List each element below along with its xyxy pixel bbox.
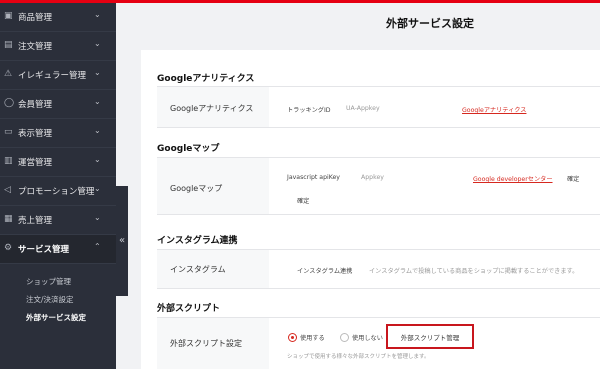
radio-not-use-label[interactable]: 使用しない [352, 333, 383, 342]
sidebar-submenu: ショップ管理 注文/決済設定 外部サービス設定 [0, 273, 116, 327]
sidebar-item-products[interactable]: ▣ 商品管理 ⌄ [0, 3, 116, 32]
sidebar-item-members[interactable]: ◯ 会員管理 ⌄ [0, 90, 116, 119]
megaphone-icon: ◁ [4, 185, 11, 195]
sidebar-item-sales[interactable]: ▦ 売上管理 ⌄ [0, 206, 116, 235]
user-icon: ◯ [4, 98, 15, 108]
radio-not-use[interactable] [340, 333, 349, 342]
sidebar-item-label: プロモーション管理 [18, 187, 95, 197]
sidebar-item-irregular[interactable]: ⚠ イレギュラー管理 ⌄ [0, 61, 116, 90]
sidebar: ▣ 商品管理 ⌄ ▤ 注文管理 ⌄ ⚠ イレギュラー管理 ⌄ ◯ 会員管理 ⌄ … [0, 3, 116, 369]
chart-icon: ▦ [4, 214, 13, 224]
sidebar-item-label: 表示管理 [18, 129, 53, 139]
sidebar-item-operations[interactable]: ▥ 運営管理 ⌄ [0, 148, 116, 177]
chevron-down-icon: ⌄ [94, 97, 101, 106]
sidebar-item-label: サービス管理 [18, 245, 70, 255]
submenu-order-payment[interactable]: 注文/決済設定 [0, 291, 116, 309]
sidebar-item-label: 運営管理 [18, 158, 53, 168]
divider [157, 127, 600, 128]
chevron-down-icon: ⌄ [94, 10, 101, 19]
ga-label: Googleアナリティクス [170, 104, 254, 113]
section-heading-ga: Googleアナリティクス [157, 74, 255, 84]
chevron-down-icon: ⌄ [94, 68, 101, 77]
section-heading-maps: Googleマップ [157, 144, 220, 154]
divider [157, 214, 600, 215]
api-key-input[interactable]: Appkey [361, 174, 384, 181]
instagram-description: インスタグラムで投稿している商品をショップに掲載することができます。 [369, 268, 579, 275]
instagram-label: インスタグラム [170, 265, 226, 274]
script-note: ショップで使用する様々な外部スクリプトを管理します。 [287, 354, 430, 360]
section-heading-script: 外部スクリプト [157, 304, 221, 314]
tracking-id-input[interactable]: UA-Appkey [346, 105, 380, 112]
divider [157, 288, 600, 289]
alert-icon: ⚠ [4, 69, 13, 79]
chevron-down-icon: ⌄ [94, 184, 101, 193]
instagram-connect-link[interactable]: インスタグラム連携 [297, 266, 352, 275]
google-developer-link[interactable]: Google developerセンター [473, 174, 553, 183]
clipboard-icon: ▥ [4, 156, 13, 166]
external-script-manage-button[interactable]: 外部スクリプト管理 [386, 324, 474, 349]
maps-label: Googleマップ [170, 184, 223, 193]
radio-use-label[interactable]: 使用する [300, 333, 325, 342]
sidebar-item-label: イレギュラー管理 [18, 71, 87, 81]
ga-link[interactable]: Googleアナリティクス [462, 105, 526, 114]
section-heading-instagram: インスタグラム連携 [157, 236, 238, 246]
monitor-icon: ▭ [4, 127, 13, 137]
submenu-external-services[interactable]: 外部サービス設定 [0, 309, 116, 327]
sidebar-item-display[interactable]: ▭ 表示管理 ⌄ [0, 119, 116, 148]
sidebar-collapse-button[interactable]: « [116, 186, 128, 296]
sidebar-item-label: 注文管理 [18, 42, 53, 52]
order-icon: ▤ [4, 40, 13, 50]
chevron-down-icon: ⌄ [94, 39, 101, 48]
page-title: 外部サービス設定 [386, 17, 474, 30]
sidebar-item-label: 会員管理 [18, 100, 53, 110]
chevron-down-icon: ⌄ [94, 213, 101, 222]
script-label: 外部スクリプト設定 [170, 339, 242, 348]
confirm-button[interactable]: 確定 [567, 174, 579, 183]
sidebar-item-orders[interactable]: ▤ 注文管理 ⌄ [0, 32, 116, 61]
sidebar-item-services[interactable]: ⚙ サービス管理 ⌃ [0, 235, 116, 264]
gear-icon: ⚙ [4, 243, 13, 253]
submenu-shop[interactable]: ショップ管理 [0, 273, 116, 291]
sidebar-item-promotion[interactable]: ◁ プロモーション管理 ⌄ [0, 177, 116, 206]
chevron-down-icon: ⌄ [94, 155, 101, 164]
tracking-id-label: トラッキングID [287, 107, 331, 114]
box-icon: ▣ [4, 11, 13, 21]
sidebar-item-label: 売上管理 [18, 216, 53, 226]
sidebar-item-label: 商品管理 [18, 13, 53, 23]
api-key-label: Javascript apiKey [287, 174, 340, 181]
chevron-up-icon: ⌃ [94, 242, 101, 251]
radio-use[interactable] [288, 333, 297, 342]
confirm-button-2[interactable]: 確定 [297, 196, 309, 205]
chevron-down-icon: ⌄ [94, 126, 101, 135]
